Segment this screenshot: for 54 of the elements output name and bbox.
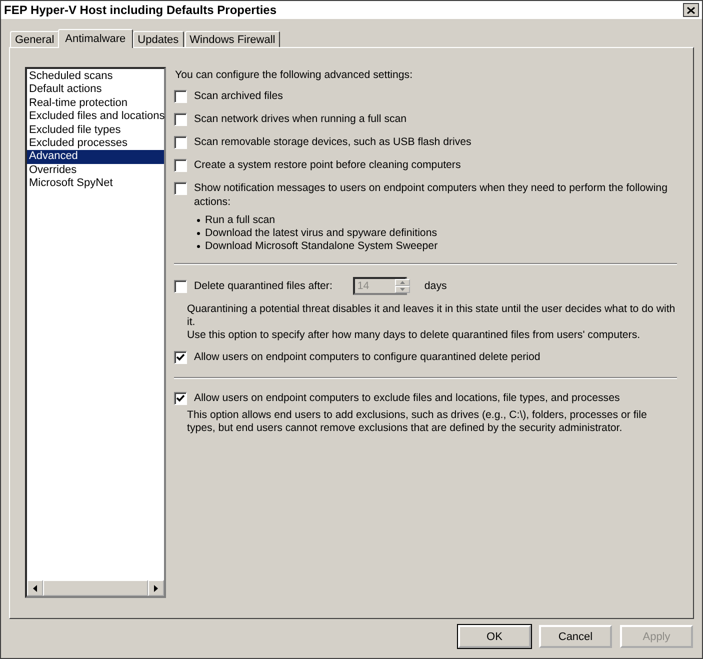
section-intro: You can configure the following advanced settings: xyxy=(175,69,414,81)
tab[interactable]: Antimalware xyxy=(58,29,133,48)
list-item[interactable]: Scheduled scans xyxy=(27,70,164,84)
scrollbar-thumb[interactable] xyxy=(43,580,148,596)
right-arrow-icon xyxy=(154,584,158,592)
tab[interactable]: General xyxy=(10,31,60,47)
option-label: Delete quarantined files after: xyxy=(194,280,332,292)
list-item[interactable]: Advanced xyxy=(27,150,164,164)
scroll-right-button[interactable] xyxy=(148,580,164,596)
up-arrow-icon xyxy=(400,281,406,284)
list-item[interactable]: Excluded files and locations xyxy=(27,110,164,124)
list-item[interactable]: Excluded file types xyxy=(27,124,164,138)
close-button[interactable] xyxy=(683,3,699,17)
list-item[interactable]: Excluded processes xyxy=(27,137,164,150)
option-label: Create a system restore point before cleaning computers xyxy=(194,158,461,172)
option-label: Allow users on endpoint computers to exclude files and locations, file types, and processes xyxy=(194,391,620,405)
option-label: Show notification messages to users on endpoint computers when they need to perform the following actions: xyxy=(194,181,668,209)
window-title: FEP Hyper-V Host including Defaults Properties xyxy=(4,3,276,17)
dialog-button[interactable]: OK xyxy=(458,625,531,648)
checkbox[interactable] xyxy=(174,280,187,292)
description-text: This option allows end users to add exclusions, such as drives (e.g., C:\), folders, processes or file types, but end users cannot remove exclusions that are defined by the security administrator. xyxy=(187,409,648,435)
tab[interactable]: Windows Firewall xyxy=(184,31,280,47)
checkbox[interactable] xyxy=(174,392,187,405)
bullet-icon xyxy=(197,245,200,248)
action-item: Download the latest virus and spyware definitions xyxy=(205,227,438,240)
checkbox[interactable] xyxy=(174,182,187,195)
list-item[interactable]: Default actions xyxy=(27,83,164,97)
action-item: Run a full scan xyxy=(205,214,276,227)
checkmark-icon xyxy=(176,353,185,362)
option-label: Allow users on endpoint computers to configure quarantined delete period xyxy=(194,350,540,364)
option-label: Scan archived files xyxy=(194,89,283,103)
bullet-icon xyxy=(197,232,200,235)
action-item: Download Microsoft Standalone System Sweeper xyxy=(205,240,438,253)
checkbox[interactable] xyxy=(174,136,187,149)
scroll-left-button[interactable] xyxy=(27,580,43,596)
checkbox[interactable] xyxy=(174,159,187,172)
tab[interactable]: Updates xyxy=(132,31,184,47)
checkbox[interactable] xyxy=(174,113,187,126)
option-label: Scan removable storage devices, such as USB flash drives xyxy=(194,135,472,149)
down-arrow-icon xyxy=(400,288,406,291)
description-text: Quarantining a potential threat disables it and leaves it in this state until the user decides what to do with it. xyxy=(187,303,676,329)
left-arrow-icon xyxy=(33,584,37,592)
unit-label: days xyxy=(424,280,447,292)
list-item[interactable]: Microsoft SpyNet xyxy=(27,177,164,191)
dialog-button[interactable]: Cancel xyxy=(539,625,612,648)
bullet-icon xyxy=(197,219,200,222)
list-item[interactable]: Real-time protection xyxy=(27,96,164,110)
close-icon xyxy=(687,6,695,14)
option-label: Scan network drives when running a full scan xyxy=(194,112,407,126)
checkmark-icon xyxy=(176,394,185,403)
checkbox[interactable] xyxy=(174,90,187,103)
checkbox[interactable] xyxy=(174,351,187,364)
description-text: Use this option to specify after how many days to delete quarantined files from users' computers. xyxy=(187,329,642,342)
list-item[interactable]: Overrides xyxy=(27,164,164,178)
